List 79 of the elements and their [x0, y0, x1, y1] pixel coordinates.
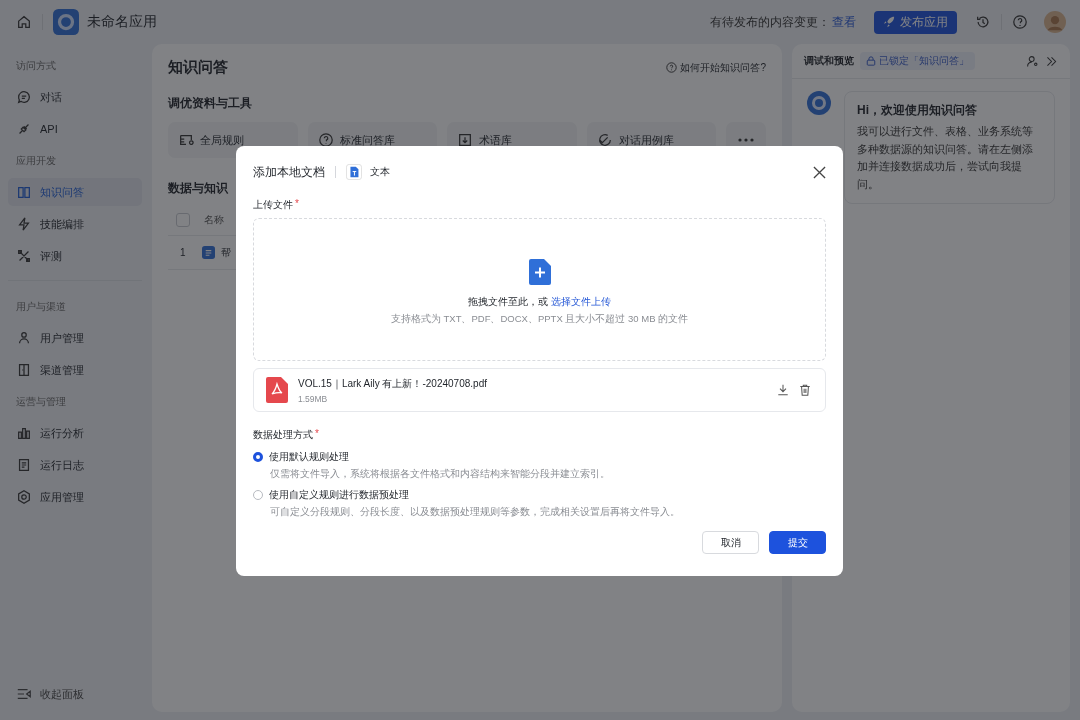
- nav-icon: [16, 330, 32, 346]
- add-file-icon: [528, 259, 551, 285]
- nav-icon: [16, 184, 32, 200]
- section-title: 调优资料与工具: [168, 95, 253, 112]
- user-settings-icon[interactable]: [1026, 54, 1039, 68]
- avatar[interactable]: [1044, 11, 1066, 33]
- section-title: 数据与知识: [168, 180, 229, 197]
- page-title: 知识问答: [168, 58, 228, 77]
- text-file-icon: [346, 164, 362, 180]
- close-icon[interactable]: [813, 165, 826, 179]
- choose-file-link[interactable]: 选择文件上传: [551, 295, 611, 309]
- sidebar-item[interactable]: 技能编排: [8, 210, 142, 238]
- home-icon[interactable]: [16, 14, 32, 30]
- option-description: 仅需将文件导入，系统将根据各文件格式和内容结构来智能分段并建立索引。: [270, 468, 611, 481]
- nav-icon: [16, 489, 32, 505]
- lock-badge: 已锁定「知识问答」: [860, 52, 975, 70]
- required-mark: *: [315, 428, 319, 441]
- history-icon[interactable]: [975, 14, 991, 30]
- sidebar-item[interactable]: 渠道管理: [8, 356, 142, 384]
- download-icon[interactable]: [777, 384, 789, 396]
- row-index: 1: [180, 247, 187, 258]
- message-text: 我可以进行文件、表格、业务系统等多种数据源的知识问答。请在左侧添加并连接数据成功后，尝试向我提问。: [857, 124, 1034, 192]
- expand-icon[interactable]: [1045, 54, 1058, 68]
- sidebar-item[interactable]: 知识问答: [8, 178, 142, 206]
- lock-icon: [866, 56, 876, 66]
- app-logo-icon: [53, 9, 79, 35]
- tool-icon: [317, 132, 334, 148]
- file-name: VOL.15｜Lark Aily 有上新！-20240708.pdf: [298, 376, 487, 391]
- radio-button[interactable]: [253, 452, 263, 462]
- tool-icon: [457, 132, 474, 148]
- nav-icon: [16, 248, 32, 264]
- delete-icon[interactable]: [799, 384, 811, 396]
- option-label[interactable]: 使用自定义规则进行数据预处理: [269, 488, 409, 502]
- pending-changes-label: 有待发布的内容变更：: [710, 13, 830, 31]
- format-hint: 支持格式为 TXT、PDF、DOCX、PPTX 且大小不超过 30 MB 的文件: [390, 313, 689, 326]
- message-title: Hi，欢迎使用知识问答: [857, 102, 978, 119]
- panel-title: 调试和预览: [804, 54, 854, 68]
- cancel-button[interactable]: 取消: [702, 531, 759, 554]
- option-description: 可自定义分段规则、分段长度、以及数据预处理规则等参数，完成相关设置后再将文件导入。: [270, 506, 681, 519]
- required-mark: *: [295, 198, 299, 211]
- sidebar-item[interactable]: 运行分析: [8, 419, 142, 447]
- sidebar-item[interactable]: 运行日志: [8, 451, 142, 479]
- nav-icon: [16, 216, 32, 232]
- table-cell: 帮: [221, 245, 231, 260]
- sidebar-item[interactable]: 评测: [8, 242, 142, 270]
- collapse-panel-button[interactable]: 收起面板: [8, 686, 142, 702]
- select-all-checkbox[interactable]: [176, 213, 190, 227]
- rocket-icon: [883, 16, 895, 28]
- nav-icon: [16, 362, 32, 378]
- field-label: 上传文件: [253, 198, 293, 212]
- document-icon: [202, 246, 215, 259]
- nav-icon: [16, 89, 32, 105]
- drop-instruction: 拖拽文件至此，或: [468, 295, 548, 309]
- upload-drop-zone[interactable]: 拖拽文件至此，或 选择文件上传 支持格式为 TXT、PDF、DOCX、PPTX 且大小不超过 30 MB 的文件: [253, 218, 826, 361]
- pdf-file-icon: [266, 377, 288, 403]
- help-link[interactable]: 如何开始知识问答?: [666, 60, 766, 75]
- sidebar-item[interactable]: 应用管理: [8, 483, 142, 511]
- view-link[interactable]: 查看: [832, 13, 856, 31]
- sidebar-item[interactable]: 对话: [8, 83, 142, 111]
- field-label: 数据处理方式: [253, 428, 313, 442]
- help-icon: [666, 62, 678, 73]
- more-icon: [737, 137, 755, 143]
- bot-avatar: [807, 91, 831, 115]
- nav-icon: [16, 457, 32, 473]
- tool-icon: [178, 132, 194, 148]
- publish-button[interactable]: 发布应用: [874, 10, 957, 34]
- tool-icon: [596, 132, 613, 148]
- sidebar-item[interactable]: 用户管理: [8, 324, 142, 352]
- collapse-icon: [16, 686, 32, 702]
- app-name: 未命名应用: [87, 13, 157, 31]
- option-label[interactable]: 使用默认规则处理: [269, 450, 349, 464]
- nav-icon: [16, 425, 32, 441]
- dialog-title: 添加本地文档: [253, 163, 325, 181]
- submit-button[interactable]: 提交: [769, 531, 826, 554]
- sidebar-item[interactable]: API: [8, 115, 142, 143]
- column-header: 名称: [204, 213, 224, 227]
- help-icon[interactable]: [1012, 14, 1028, 30]
- file-size: 1.59MB: [298, 393, 329, 404]
- document-type-label: 文本: [370, 165, 390, 179]
